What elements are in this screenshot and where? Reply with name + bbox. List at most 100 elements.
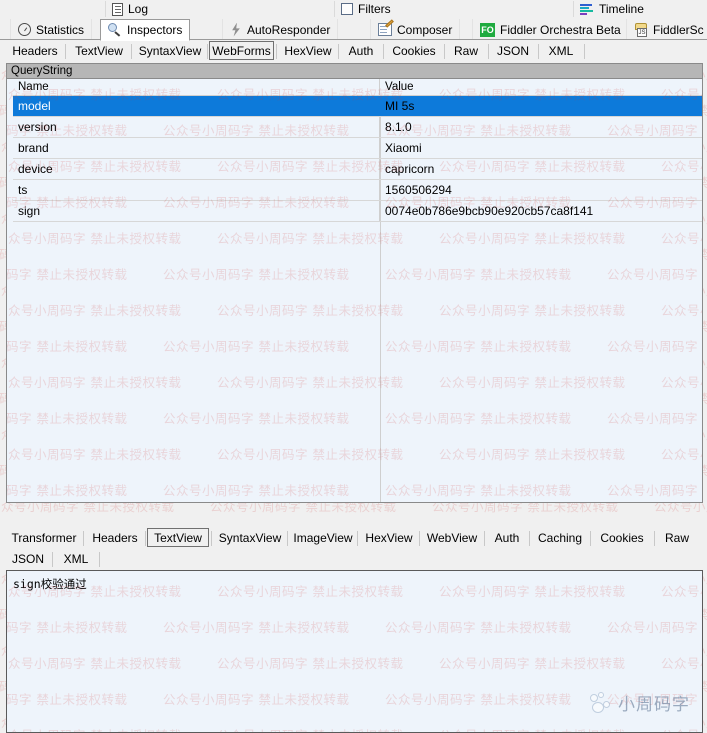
topbar-divider [573, 1, 574, 17]
tab-res-transformer-label: Transformer [11, 531, 77, 545]
row-value-cell: 8.1.0 [385, 120, 412, 134]
tab-res-xml[interactable]: XML [54, 550, 98, 568]
tab-res-headers-label: Headers [92, 531, 138, 545]
tab-inspectors-label: Inspectors [127, 23, 183, 37]
tab-req-raw[interactable]: Raw [445, 42, 487, 60]
tab-req-json-label: JSON [496, 44, 529, 58]
tab-res-textview-label: TextView [154, 530, 202, 545]
watermark-line: 公众号小周码字 禁止未授权转载公众号小周码字 禁止未授权转载公众号小周码字 禁止… [7, 267, 702, 282]
row-name-cell: brand [13, 138, 380, 158]
grid-header-row: Name Value [13, 79, 702, 96]
column-header-value[interactable]: Value [380, 79, 702, 95]
tab-res-webview[interactable]: WebView [420, 529, 484, 547]
top-command-bar: Log Filters Timeline [0, 0, 707, 19]
tab-res-cookies-label: Cookies [600, 531, 644, 545]
toolbar-timeline-label: Timeline [599, 2, 644, 16]
tab-res-raw-label: Raw [664, 531, 689, 545]
tab-fiddlerscript-label: FiddlerSc [653, 22, 704, 37]
response-inspector-tab-strip-row2: JSON XML [0, 548, 707, 569]
tab-res-caching[interactable]: Caching [530, 529, 590, 547]
tab-res-auth[interactable]: Auth [485, 529, 529, 547]
tab-res-imageview[interactable]: ImageView [288, 529, 358, 547]
tab-req-auth-label: Auth [348, 44, 374, 58]
tab-inspectors[interactable]: Inspectors [100, 19, 191, 41]
tab-fiddlerscript[interactable]: FiddlerSc [626, 19, 707, 40]
row-name-cell: sign [13, 201, 380, 221]
tab-composer-label: Composer [397, 22, 453, 37]
tab-req-json[interactable]: JSON [489, 42, 537, 60]
row-value-cell: MI 5s [385, 99, 415, 113]
tab-req-hexview[interactable]: HexView [277, 42, 339, 60]
watermark-line: 公众号小周码字 禁止未授权转载公众号小周码字 禁止未授权转载公众号小周码字 禁止… [7, 411, 702, 426]
tab-res-caching-label: Caching [537, 531, 583, 545]
tab-divider [99, 552, 100, 567]
tab-res-syntaxview[interactable]: SyntaxView [212, 529, 288, 547]
watermark-line: 公众号小周码字 禁止未授权转载公众号小周码字 禁止未授权转载公众号小周码字 禁止… [7, 584, 702, 599]
querystring-group-header: QueryString [7, 64, 702, 79]
table-row[interactable]: version 8.1.0 [13, 117, 702, 138]
tab-res-raw[interactable]: Raw [655, 529, 699, 547]
table-row[interactable]: brand Xiaomi [13, 138, 702, 159]
row-value-cell: Xiaomi [385, 141, 422, 155]
tab-req-headers[interactable]: Headers [4, 42, 66, 60]
tab-res-hexview-label: HexView [365, 531, 413, 545]
watermark-line: 公众号小周码字 禁止未授权转载公众号小周码字 禁止未授权转载公众号小周码字 禁止… [7, 339, 702, 354]
column-header-name[interactable]: Name [13, 79, 380, 95]
topbar-divider [334, 1, 335, 17]
row-value-cell: 1560506294 [385, 183, 452, 197]
tab-req-xml-label: XML [548, 44, 574, 58]
toolbar-filters-button[interactable]: Filters [341, 0, 391, 18]
table-row[interactable]: sign 0074e0b786e9bcb90e920cb57ca8f141 [13, 201, 702, 222]
tab-req-cookies[interactable]: Cookies [384, 42, 444, 60]
tab-res-headers[interactable]: Headers [84, 529, 146, 547]
row-name-cell: device [13, 159, 380, 179]
tab-composer[interactable]: Composer [370, 19, 461, 40]
row-name-cell: ts [13, 180, 380, 200]
tab-res-transformer[interactable]: Transformer [4, 529, 84, 547]
toolbar-log-label: Log [128, 2, 149, 16]
watermark-line: 公众号小周码字 禁止未授权转载公众号小周码字 禁止未授权转载公众号小周码字 禁止… [7, 447, 702, 462]
tab-res-webview-label: WebView [426, 531, 478, 545]
watermark-line: 公众号小周码字 禁止未授权转载公众号小周码字 禁止未授权转载公众号小周码字 禁止… [7, 231, 702, 246]
tab-fiddler-orchestra[interactable]: FO Fiddler Orchestra Beta [472, 19, 629, 40]
tab-res-auth-label: Auth [494, 531, 520, 545]
tab-req-textview[interactable]: TextView [66, 42, 132, 60]
watermark-line: 公众号小周码字 禁止未授权转载公众号小周码字 禁止未授权转载公众号小周码字 禁止… [7, 620, 702, 635]
brand-label: 小周码字 [618, 695, 690, 715]
tab-req-webforms-label: WebForms [212, 43, 271, 58]
tab-autoresponder[interactable]: AutoResponder [222, 19, 339, 40]
request-inspector-tab-strip: Headers TextView SyntaxView WebForms Hex… [0, 40, 707, 62]
webforms-request-panel: QueryString 公众号小周码字 禁止未授权转载公众号小周码字 禁止未授权… [6, 63, 703, 503]
row-name-cell: model [13, 96, 380, 116]
tab-req-textview-label: TextView [75, 44, 123, 58]
watermark-line: 公众号小周码字 禁止未授权转载公众号小周码字 禁止未授权转载公众号小周码字 禁止… [7, 656, 702, 671]
toolbar-log-button[interactable]: Log [112, 0, 148, 18]
toolbar-timeline-button[interactable]: Timeline [580, 0, 644, 18]
fiddler-script-icon [634, 22, 648, 37]
response-inspector-tab-strip-row1: Transformer Headers TextView SyntaxView … [0, 527, 707, 548]
filter-checkbox-icon[interactable] [341, 3, 353, 15]
table-row[interactable]: ts 1560506294 [13, 180, 702, 201]
tab-req-webforms[interactable]: WebForms [209, 41, 274, 60]
tab-statistics[interactable]: Statistics [10, 19, 93, 40]
tab-res-imageview-label: ImageView [293, 531, 353, 545]
tab-req-syntaxview[interactable]: SyntaxView [132, 42, 208, 60]
tab-res-textview[interactable]: TextView [147, 528, 209, 547]
fo-badge-icon: FO [480, 22, 495, 37]
tab-res-cookies[interactable]: Cookies [591, 529, 653, 547]
tab-res-json[interactable]: JSON [4, 550, 52, 568]
row-value-cell: capricorn [385, 162, 435, 176]
tab-divider [207, 44, 208, 59]
watermark-line: 公众号小周码字 禁止未授权转载公众号小周码字 禁止未授权转载公众号小周码字 禁止… [7, 483, 702, 498]
tab-req-auth[interactable]: Auth [339, 42, 383, 60]
tab-res-hexview[interactable]: HexView [358, 529, 420, 547]
tab-divider [145, 531, 146, 546]
tab-req-xml[interactable]: XML [539, 42, 583, 60]
lightning-bolt-icon [232, 22, 240, 37]
table-row[interactable]: device capricorn [13, 159, 702, 180]
watermark-line: 公众号小周码字 禁止未授权转载公众号小周码字 禁止未授权转载公众号小周码字 禁止… [7, 303, 702, 318]
tab-divider [52, 552, 53, 567]
table-row[interactable]: model MI 5s [13, 96, 702, 117]
tab-statistics-label: Statistics [36, 22, 85, 37]
timeline-icon [580, 3, 594, 15]
